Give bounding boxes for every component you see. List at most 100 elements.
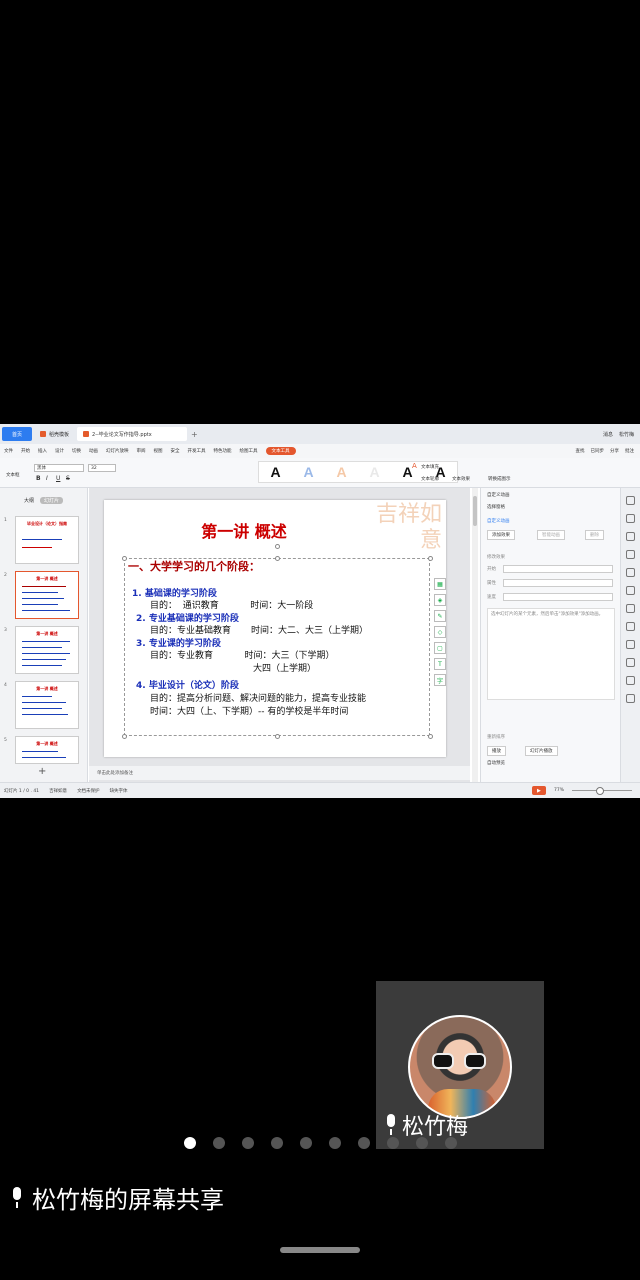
- tool-icon[interactable]: [626, 586, 635, 595]
- slide-thumbnail[interactable]: 第一讲 概述: [15, 681, 79, 729]
- tool-icon[interactable]: [626, 550, 635, 559]
- float-tool-icon[interactable]: ◈: [434, 594, 446, 606]
- font-size-select[interactable]: 32: [88, 464, 116, 472]
- slideshow-button[interactable]: 幻灯片播放: [525, 746, 558, 756]
- autopreview-checkbox[interactable]: 自动预览: [487, 760, 505, 766]
- slide-thumbnail[interactable]: 第一讲 概述: [15, 736, 79, 764]
- new-tab-button[interactable]: +: [191, 430, 198, 439]
- vertical-scrollbar[interactable]: [472, 488, 478, 782]
- text-style-option[interactable]: A: [270, 464, 280, 480]
- menu-item[interactable]: 幻灯片放映: [106, 448, 129, 454]
- resize-handle[interactable]: [275, 734, 280, 739]
- underline-button[interactable]: U: [56, 475, 60, 482]
- page-dot[interactable]: [271, 1137, 283, 1149]
- menu-search[interactable]: 查找: [576, 448, 585, 454]
- strikethrough-button[interactable]: S: [66, 475, 70, 482]
- tool-icon[interactable]: [626, 514, 635, 523]
- menu-item[interactable]: 安全: [171, 448, 180, 454]
- slide-title[interactable]: 第一讲 概述: [104, 518, 384, 542]
- notes-field[interactable]: 单击此处添加备注: [89, 766, 470, 780]
- convert-diagram-button[interactable]: 转换成图示: [488, 476, 511, 482]
- page-dot[interactable]: [213, 1137, 225, 1149]
- home-indicator[interactable]: [280, 1247, 360, 1253]
- slideshow-play-icon[interactable]: ▶: [531, 786, 546, 795]
- start-select[interactable]: [503, 565, 613, 573]
- page-dot[interactable]: [445, 1137, 457, 1149]
- page-dot[interactable]: [358, 1137, 370, 1149]
- tabbar-message[interactable]: 消息: [603, 431, 613, 438]
- tool-icon[interactable]: [626, 658, 635, 667]
- delete-button[interactable]: 删除: [585, 530, 604, 540]
- tool-icon[interactable]: [626, 568, 635, 577]
- text-outline-button[interactable]: 文本轮廓: [421, 476, 439, 482]
- tab-outline[interactable]: 大纲: [24, 497, 34, 504]
- menu-text-tools[interactable]: 文本工具: [265, 447, 296, 455]
- text-fill-button[interactable]: 文本填充: [421, 464, 439, 470]
- page-dot[interactable]: [387, 1137, 399, 1149]
- menu-sync[interactable]: 已同步: [591, 448, 605, 454]
- float-tool-icon[interactable]: ✎: [434, 610, 446, 622]
- float-tool-icon[interactable]: ◇: [434, 626, 446, 638]
- page-dot[interactable]: [329, 1137, 341, 1149]
- property-select[interactable]: [503, 579, 613, 587]
- slide-thumbnail-selected[interactable]: 第一讲 概述: [15, 571, 79, 619]
- missing-font[interactable]: 缺失字体: [110, 788, 128, 794]
- text-style-option[interactable]: A: [336, 464, 346, 480]
- tab-template[interactable]: 稻壳模板: [34, 427, 75, 441]
- select-pane-button[interactable]: 选择窗格: [487, 504, 505, 510]
- menu-item[interactable]: 切换: [72, 448, 81, 454]
- page-dot[interactable]: [416, 1137, 428, 1149]
- page-dot[interactable]: [242, 1137, 254, 1149]
- text-box-button[interactable]: 文本框: [6, 472, 20, 478]
- font-name-select[interactable]: 黑体: [34, 464, 84, 472]
- tool-icon[interactable]: [626, 532, 635, 541]
- menu-item[interactable]: 特色功能: [214, 448, 232, 454]
- page-dot[interactable]: [184, 1137, 196, 1149]
- add-effect-button[interactable]: 添加效果: [487, 530, 515, 540]
- tool-icon[interactable]: [626, 676, 635, 685]
- tab-slides[interactable]: 幻灯片: [40, 497, 64, 504]
- text-effect-button[interactable]: 文本效果: [452, 476, 470, 482]
- tool-icon[interactable]: [626, 640, 635, 649]
- resize-handle[interactable]: [122, 734, 127, 739]
- tab-document[interactable]: 2--毕业论文写作指导.pptx: [77, 427, 188, 441]
- menu-file[interactable]: 文件: [4, 448, 13, 454]
- resize-handle[interactable]: [275, 556, 280, 561]
- tool-icon[interactable]: [626, 694, 635, 703]
- tool-icon[interactable]: [626, 604, 635, 613]
- zoom-slider[interactable]: [572, 787, 632, 795]
- resize-handle[interactable]: [428, 556, 433, 561]
- slide-thumbnail[interactable]: 第一讲 概述: [15, 626, 79, 674]
- menu-item[interactable]: 动画: [89, 448, 98, 454]
- float-tool-icon[interactable]: ▢: [434, 642, 446, 654]
- menu-item[interactable]: 设计: [55, 448, 64, 454]
- bold-button[interactable]: B: [36, 475, 41, 482]
- italic-button[interactable]: I: [46, 475, 48, 482]
- tool-icon[interactable]: [626, 622, 635, 631]
- play-button[interactable]: 播放: [487, 746, 506, 756]
- menu-comment[interactable]: 批注: [625, 448, 634, 454]
- menu-item[interactable]: 审阅: [137, 448, 146, 454]
- participant-video[interactable]: 松竹梅: [376, 981, 544, 1149]
- protect-status[interactable]: 文档未保护: [77, 788, 100, 794]
- menu-item[interactable]: 插入: [38, 448, 47, 454]
- slide-thumbnail[interactable]: 毕业设计（论文）指南: [15, 516, 79, 564]
- tab-home[interactable]: 首页: [2, 427, 32, 441]
- menu-item[interactable]: 视图: [154, 448, 163, 454]
- float-tool-icon[interactable]: ▦: [434, 578, 446, 590]
- add-slide-button[interactable]: +: [38, 766, 46, 777]
- tabbar-user[interactable]: 松竹梅: [619, 431, 634, 438]
- text-style-option[interactable]: A: [369, 464, 379, 480]
- speed-select[interactable]: [503, 593, 613, 601]
- menu-item[interactable]: 开发工具: [188, 448, 206, 454]
- text-style-option[interactable]: A: [303, 464, 313, 480]
- menu-share[interactable]: 分享: [610, 448, 619, 454]
- menu-item[interactable]: 绘图工具: [240, 448, 258, 454]
- resize-handle[interactable]: [122, 556, 127, 561]
- rotate-handle[interactable]: [275, 544, 280, 549]
- page-dot[interactable]: [300, 1137, 312, 1149]
- resize-handle[interactable]: [428, 734, 433, 739]
- float-tool-icon[interactable]: T: [434, 658, 446, 670]
- animation-list[interactable]: 选中幻灯片的某个元素，然后单击"添加效果"添加动画。: [487, 608, 615, 700]
- smart-anim-button[interactable]: 智能动画: [537, 530, 565, 540]
